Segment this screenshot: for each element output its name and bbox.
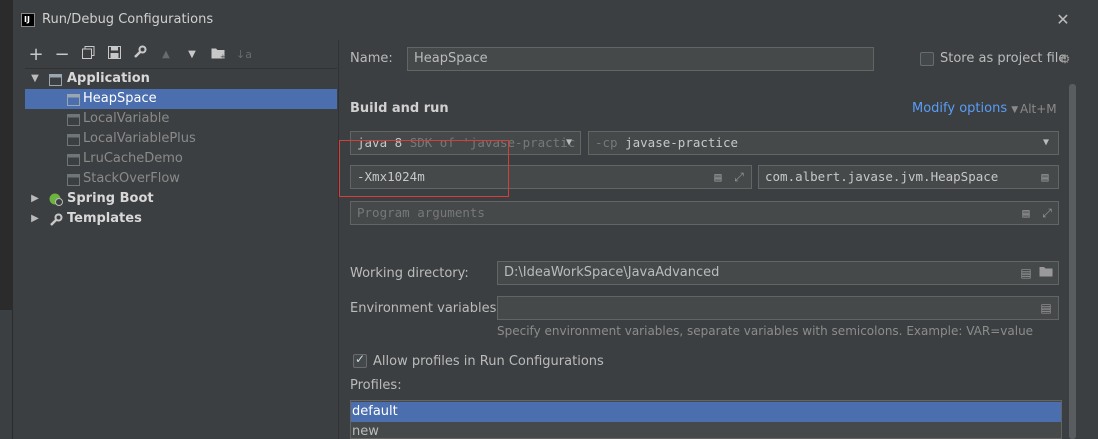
- save-config-icon[interactable]: [103, 42, 125, 68]
- name-label: Name:: [350, 51, 393, 66]
- program-arguments-placeholder: Program arguments: [357, 205, 485, 220]
- tree-item-heapspace[interactable]: HeapSpace: [25, 89, 337, 109]
- environment-variables-input[interactable]: ▤: [497, 296, 1059, 320]
- tree-item-stackoverflow[interactable]: StackOverFlow: [25, 169, 337, 189]
- background-panel: [0, 310, 12, 439]
- modify-options-label: Modify options: [912, 101, 1008, 116]
- panel-splitter[interactable]: [338, 40, 339, 439]
- spring-boot-icon: [49, 193, 63, 206]
- profiles-label: Profiles:: [350, 378, 402, 393]
- name-input[interactable]: HeapSpace: [407, 47, 874, 71]
- document-icon[interactable]: ▤: [1038, 170, 1052, 184]
- app-config-icon: [67, 133, 80, 146]
- main-class-input[interactable]: com.albert.javase.jvm.HeapSpace ▤: [758, 165, 1059, 189]
- main-class-value: com.albert.javase.jvm.HeapSpace: [765, 169, 999, 184]
- tree-node-templates[interactable]: ▶ Templates: [25, 209, 337, 229]
- close-icon[interactable]: ✕: [1055, 12, 1071, 28]
- tree-node-application[interactable]: ▼ Application: [25, 69, 337, 89]
- expand-icon[interactable]: ⤢: [1040, 206, 1054, 220]
- document-icon[interactable]: ▤: [1019, 206, 1033, 220]
- folder-icon[interactable]: [1039, 266, 1053, 280]
- environment-variables-hint: Specify environment variables, separate …: [497, 324, 1034, 338]
- profiles-list: default new: [350, 400, 1062, 439]
- add-config-button[interactable]: +: [25, 42, 47, 68]
- tree-item-label: LruCacheDemo: [83, 151, 183, 166]
- tree-item-label: LocalVariable: [83, 111, 170, 126]
- document-icon[interactable]: ▤: [711, 170, 725, 184]
- expand-icon[interactable]: ⤢: [732, 170, 746, 184]
- collapsed-arrow-icon[interactable]: ▶: [29, 209, 41, 229]
- app-config-icon: [67, 113, 80, 126]
- build-and-run-title: Build and run: [350, 101, 449, 116]
- chevron-down-icon: ▼: [565, 137, 573, 148]
- cp-value: javase-practice: [625, 135, 738, 150]
- wrench-icon: [49, 213, 63, 226]
- working-directory-value: D:\IdeaWorkSpace\JavaAdvanced: [504, 265, 720, 280]
- allow-profiles-checkbox[interactable]: [353, 352, 367, 368]
- gear-icon[interactable]: ⚙: [1058, 52, 1072, 66]
- copy-config-icon[interactable]: [77, 42, 99, 68]
- chevron-down-icon: ▼: [1042, 137, 1050, 148]
- folder-icon[interactable]: +: [207, 42, 229, 68]
- dialog-title: Run/Debug Configurations: [42, 12, 214, 27]
- tree-item-localvariableplus[interactable]: LocalVariablePlus: [25, 129, 337, 149]
- background-editor: [0, 0, 12, 439]
- store-as-project-file-label: Store as project file: [940, 51, 1067, 66]
- tree-item-label: HeapSpace: [83, 91, 157, 106]
- expanded-arrow-icon[interactable]: ▼: [29, 69, 41, 89]
- wrench-icon[interactable]: [129, 42, 151, 68]
- modify-options-link[interactable]: Modify options ▼: [912, 101, 1018, 116]
- tree-label-templates: Templates: [67, 211, 142, 226]
- sort-icon[interactable]: ↓a: [233, 42, 255, 68]
- profile-item-default[interactable]: default: [351, 402, 1061, 422]
- profile-item-new[interactable]: new: [351, 422, 1061, 438]
- run-debug-dialog: IJ Run/Debug Configurations ✕ + − ▲ ▼ + …: [12, 0, 1098, 439]
- config-toolbar: + − ▲ ▼ + ↓a: [25, 42, 337, 68]
- tree-item-localvariable[interactable]: LocalVariable: [25, 109, 337, 129]
- config-tree: ▼ Application HeapSpace LocalVariable Lo…: [25, 68, 337, 439]
- tree-item-lrucachedemo[interactable]: LruCacheDemo: [25, 149, 337, 169]
- tree-node-spring-boot[interactable]: ▶ Spring Boot: [25, 189, 337, 209]
- scrollbar-thumb[interactable]: [1069, 84, 1076, 439]
- tree-item-label: StackOverFlow: [83, 171, 180, 186]
- store-as-project-file-checkbox[interactable]: [920, 52, 934, 66]
- tree-item-label: LocalVariablePlus: [83, 131, 196, 146]
- collapsed-arrow-icon[interactable]: ▶: [29, 189, 41, 209]
- application-icon: [49, 73, 62, 86]
- environment-variables-label: Environment variables:: [350, 301, 501, 316]
- chevron-down-icon: ▼: [1011, 105, 1019, 115]
- working-directory-label: Working directory:: [350, 266, 469, 281]
- svg-text:+: +: [220, 53, 226, 59]
- tree-label-spring-boot: Spring Boot: [67, 191, 154, 206]
- move-down-icon[interactable]: ▼: [181, 42, 203, 68]
- cp-prefix: -cp: [595, 135, 618, 150]
- form-scrollbar[interactable]: [1069, 84, 1076, 439]
- allow-profiles-label: Allow profiles in Run Configurations: [373, 354, 604, 369]
- highlight-annotation: [339, 140, 509, 197]
- intellij-app-icon: IJ: [21, 13, 35, 27]
- app-config-icon: [67, 93, 80, 106]
- modify-options-shortcut: Alt+M: [1020, 102, 1057, 116]
- working-directory-input[interactable]: D:\IdeaWorkSpace\JavaAdvanced ▤: [497, 261, 1059, 285]
- move-up-icon[interactable]: ▲: [155, 42, 177, 68]
- program-arguments-input[interactable]: Program arguments ▤ ⤢: [350, 201, 1059, 225]
- classpath-select[interactable]: -cp javase-practice ▼: [588, 131, 1059, 155]
- app-config-icon: [67, 173, 80, 186]
- document-icon[interactable]: ▤: [1039, 301, 1053, 315]
- title-bar: IJ Run/Debug Configurations ✕: [13, 0, 1098, 40]
- remove-config-button[interactable]: −: [51, 42, 73, 68]
- app-config-icon: [67, 153, 80, 166]
- document-icon[interactable]: ▤: [1019, 266, 1033, 280]
- tree-label-application: Application: [67, 71, 150, 86]
